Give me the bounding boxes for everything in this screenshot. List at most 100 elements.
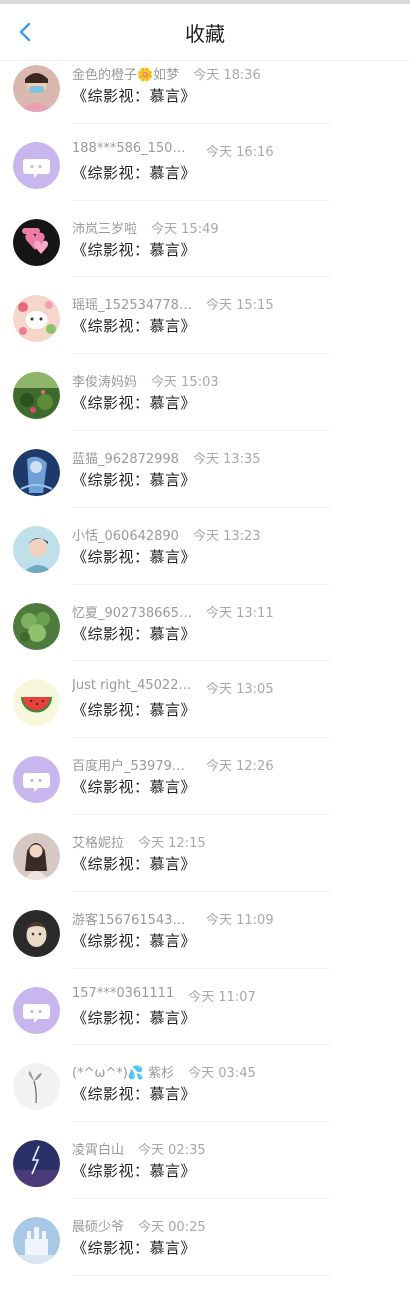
timestamp: 今天 16:16 [206, 144, 274, 160]
favorite-title[interactable]: 《综影视：慕言》 [72, 1007, 196, 1028]
avatar[interactable] [13, 295, 60, 343]
list-item[interactable]: 忆夏_9027386654... 今天 13:11 《综影视：慕言》 [0, 599, 410, 676]
list-item[interactable]: 晨硕少爷 今天 00:25 《综影视：慕言》 [0, 1213, 410, 1290]
user-name[interactable]: 蓝猫_962872998 [72, 448, 179, 467]
timestamp: 今天 18:36 [193, 68, 261, 83]
item-meta: 艾格妮拉 今天 12:15 [72, 832, 206, 851]
timestamp: 今天 12:26 [206, 759, 274, 775]
item-meta: 沛岚三岁啦 今天 15:49 [72, 218, 219, 237]
favorite-title[interactable]: 《综影视：慕言》 [72, 162, 196, 183]
user-name[interactable]: 百度用户_5397989... [72, 755, 192, 774]
divider [72, 122, 330, 124]
avatar[interactable] [13, 1140, 60, 1188]
user-name[interactable]: Just right_450222... [72, 678, 192, 693]
item-meta: 157***0361111 今天 11:07 [72, 986, 256, 1005]
page-title: 收藏 [185, 21, 225, 46]
favorite-title[interactable]: 《综影视：慕言》 [72, 85, 196, 106]
timestamp: 今天 13:11 [206, 605, 274, 621]
timestamp: 今天 12:15 [138, 835, 206, 851]
user-name[interactable]: 晨硕少爷 [72, 1216, 124, 1235]
avatar[interactable] [13, 525, 60, 573]
avatar[interactable] [13, 448, 60, 496]
avatar[interactable] [13, 372, 60, 420]
user-name[interactable]: 157***0361111 [72, 986, 174, 1001]
back-button[interactable] [14, 20, 38, 44]
favorite-title[interactable]: 《综影视：慕言》 [72, 315, 196, 336]
favorite-title[interactable]: 《综影视：慕言》 [72, 1237, 196, 1258]
user-name[interactable]: 李俊涛妈妈 [72, 371, 137, 390]
avatar[interactable] [13, 1063, 60, 1111]
timestamp: 今天 11:07 [188, 989, 256, 1005]
item-meta: 忆夏_9027386654... 今天 13:11 [72, 602, 274, 621]
avatar[interactable] [13, 909, 60, 957]
list-item[interactable]: (*^ω^*)💦 紫杉 今天 03:45 《综影视：慕言》 [0, 1059, 410, 1136]
timestamp: 今天 15:15 [206, 298, 274, 314]
favorite-title[interactable]: 《综影视：慕言》 [72, 776, 196, 797]
list-item[interactable]: Just right_450222... 今天 13:05 《综影视：慕言》 [0, 675, 410, 752]
favorite-title[interactable]: 《综影视：慕言》 [72, 546, 196, 567]
divider [72, 813, 330, 815]
list-item[interactable]: 瑶瑶_1525347780... 今天 15:15 《综影视：慕言》 [0, 291, 410, 368]
avatar[interactable] [13, 602, 60, 650]
divider [72, 967, 330, 969]
user-name[interactable]: 游客15676154315... [72, 909, 192, 928]
list-item[interactable]: 小恬_060642890 今天 13:23 《综影视：慕言》 [0, 522, 410, 599]
list-item[interactable]: 凌霄白山 今天 02:35 《综影视：慕言》 [0, 1136, 410, 1213]
divider [72, 1274, 330, 1276]
timestamp: 今天 02:35 [138, 1143, 206, 1159]
divider [72, 737, 330, 739]
avatar[interactable] [13, 1216, 60, 1264]
user-name[interactable]: 忆夏_9027386654... [72, 602, 192, 621]
user-name[interactable]: (*^ω^*)💦 紫杉 [72, 1062, 174, 1081]
divider [72, 890, 330, 892]
favorite-title[interactable]: 《综影视：慕言》 [72, 239, 196, 260]
user-name[interactable]: 沛岚三岁啦 [72, 218, 137, 237]
item-meta: 晨硕少爷 今天 00:25 [72, 1216, 206, 1235]
list-item[interactable]: 金色的橙子🌼如梦 今天 18:36 《综影视：慕言》 [0, 61, 410, 138]
favorites-list: 金色的橙子🌼如梦 今天 18:36 《综影视：慕言》 188***586_1509… [0, 61, 410, 1290]
list-item[interactable]: 李俊涛妈妈 今天 15:03 《综影视：慕言》 [0, 368, 410, 445]
list-item[interactable]: 沛岚三岁啦 今天 15:49 《综影视：慕言》 [0, 215, 410, 292]
user-name[interactable]: 瑶瑶_1525347780... [72, 294, 192, 313]
divider [72, 1044, 330, 1046]
timestamp: 今天 00:25 [138, 1219, 206, 1235]
list-item[interactable]: 游客15676154315... 今天 11:09 《综影视：慕言》 [0, 906, 410, 983]
divider [72, 1121, 330, 1123]
item-meta: 瑶瑶_1525347780... 今天 15:15 [72, 294, 274, 313]
avatar[interactable] [13, 756, 60, 804]
favorite-title[interactable]: 《综影视：慕言》 [72, 930, 196, 951]
list-item[interactable]: 百度用户_5397989... 今天 12:26 《综影视：慕言》 [0, 752, 410, 829]
item-meta: 李俊涛妈妈 今天 15:03 [72, 371, 219, 390]
avatar[interactable] [13, 679, 60, 727]
item-meta: 188***586_15090... 今天 16:16 [72, 141, 274, 160]
favorite-title[interactable]: 《综影视：慕言》 [72, 699, 196, 720]
favorite-title[interactable]: 《综影视：慕言》 [72, 1160, 196, 1181]
list-item[interactable]: 157***0361111 今天 11:07 《综影视：慕言》 [0, 983, 410, 1060]
divider [72, 353, 330, 355]
avatar[interactable] [13, 832, 60, 880]
divider [72, 1197, 330, 1199]
user-name[interactable]: 188***586_15090... [72, 141, 192, 156]
avatar[interactable] [13, 218, 60, 266]
list-item[interactable]: 188***586_15090... 今天 16:16 《综影视：慕言》 [0, 138, 410, 215]
timestamp: 今天 13:23 [192, 528, 261, 544]
favorite-title[interactable]: 《综影视：慕言》 [72, 853, 196, 874]
avatar[interactable] [13, 986, 60, 1034]
favorite-title[interactable]: 《综影视：慕言》 [72, 1083, 196, 1104]
avatar[interactable] [13, 65, 60, 112]
user-name[interactable]: 小恬_060642890 [72, 525, 179, 544]
user-name[interactable]: 凌霄白山 [72, 1139, 124, 1158]
favorite-title[interactable]: 《综影视：慕言》 [72, 392, 196, 413]
list-item[interactable]: 艾格妮拉 今天 12:15 《综影视：慕言》 [0, 829, 410, 906]
favorite-title[interactable]: 《综影视：慕言》 [72, 469, 196, 490]
item-meta: 凌霄白山 今天 02:35 [72, 1139, 206, 1158]
divider [72, 506, 330, 508]
timestamp: 今天 11:09 [206, 912, 274, 928]
item-meta: 蓝猫_962872998 今天 13:35 [72, 448, 261, 467]
timestamp: 今天 15:49 [151, 221, 219, 237]
user-name[interactable]: 艾格妮拉 [72, 832, 124, 851]
avatar[interactable] [13, 141, 60, 189]
list-item[interactable]: 蓝猫_962872998 今天 13:35 《综影视：慕言》 [0, 445, 410, 522]
user-name[interactable]: 金色的橙子🌼如梦 [72, 64, 179, 83]
favorite-title[interactable]: 《综影视：慕言》 [72, 623, 196, 644]
